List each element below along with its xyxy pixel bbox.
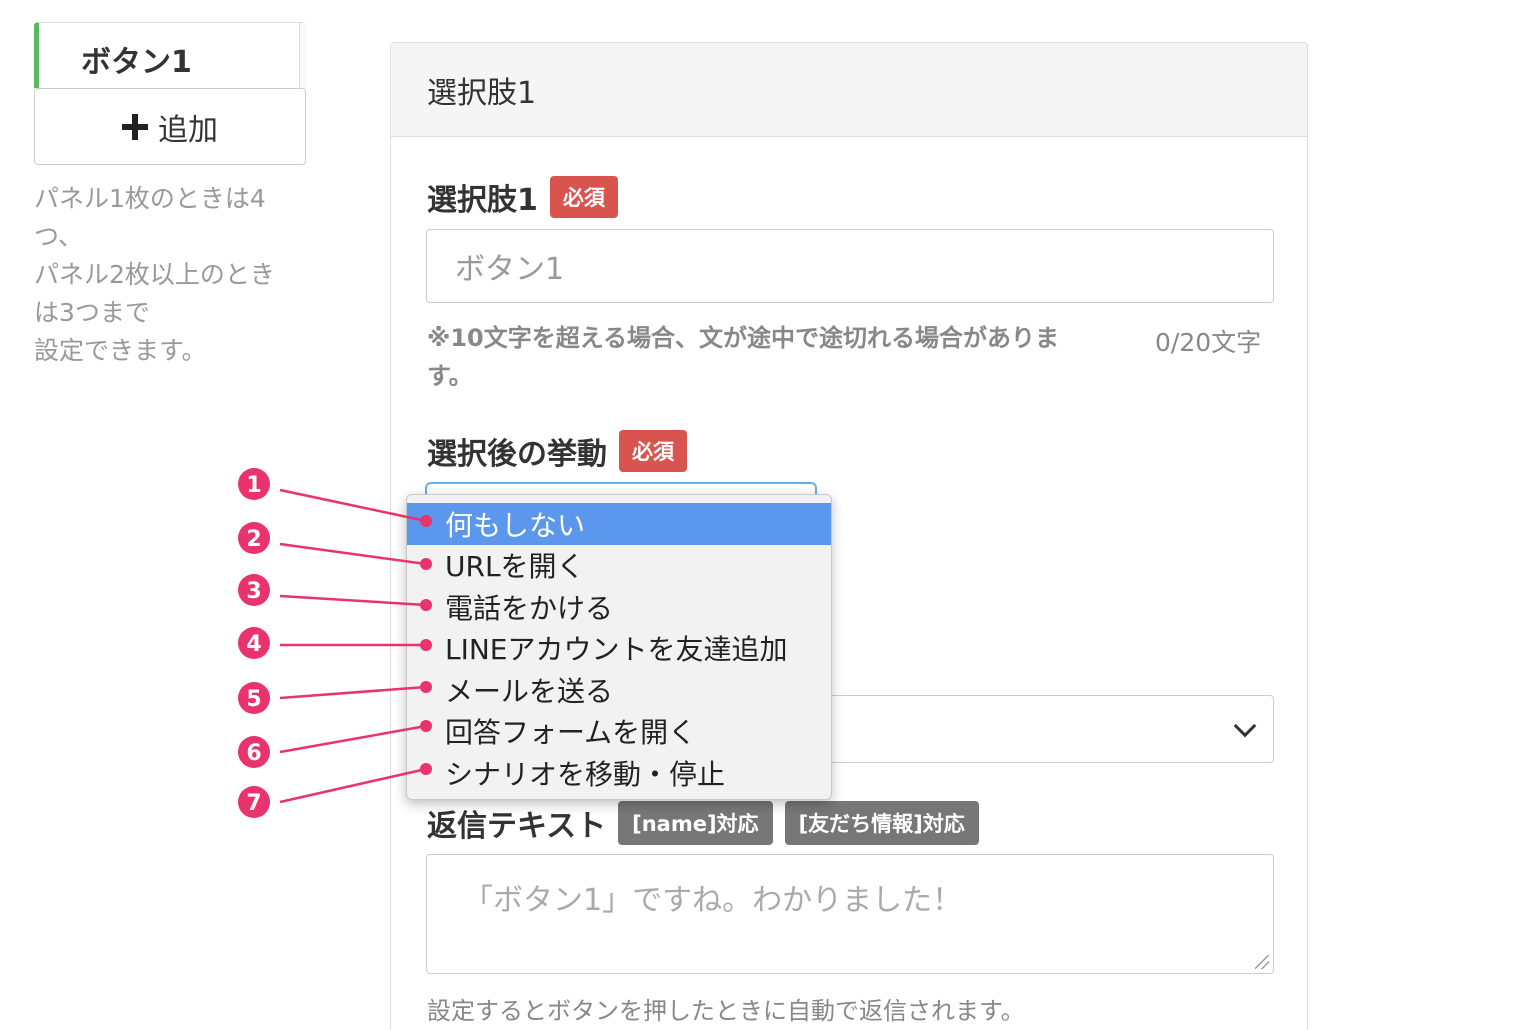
marker-number: 7: [246, 791, 261, 816]
annotation-line: [279, 685, 427, 700]
annotation-line: [279, 594, 427, 607]
annotation-line: [279, 767, 427, 804]
marker-number: 4: [246, 632, 261, 657]
annotation-dot: [420, 720, 432, 732]
annotation-dot: [420, 515, 432, 527]
marker-number: 2: [246, 527, 261, 552]
annotation-dot: [420, 763, 432, 775]
annotation-dot: [420, 558, 432, 570]
marker-number: 5: [246, 687, 261, 712]
annotation-line: [279, 542, 427, 566]
marker-number: 6: [246, 741, 261, 766]
annotation-line: [279, 724, 427, 754]
annotation-overlay: 1 2 3 4 5 6 7: [238, 468, 432, 818]
annotation-dot: [420, 639, 432, 651]
annotation-dot: [420, 599, 432, 611]
marker-number: 3: [246, 579, 261, 604]
marker-number: 1: [246, 473, 261, 498]
annotation-line: [279, 488, 427, 523]
annotation-dot: [420, 681, 432, 693]
